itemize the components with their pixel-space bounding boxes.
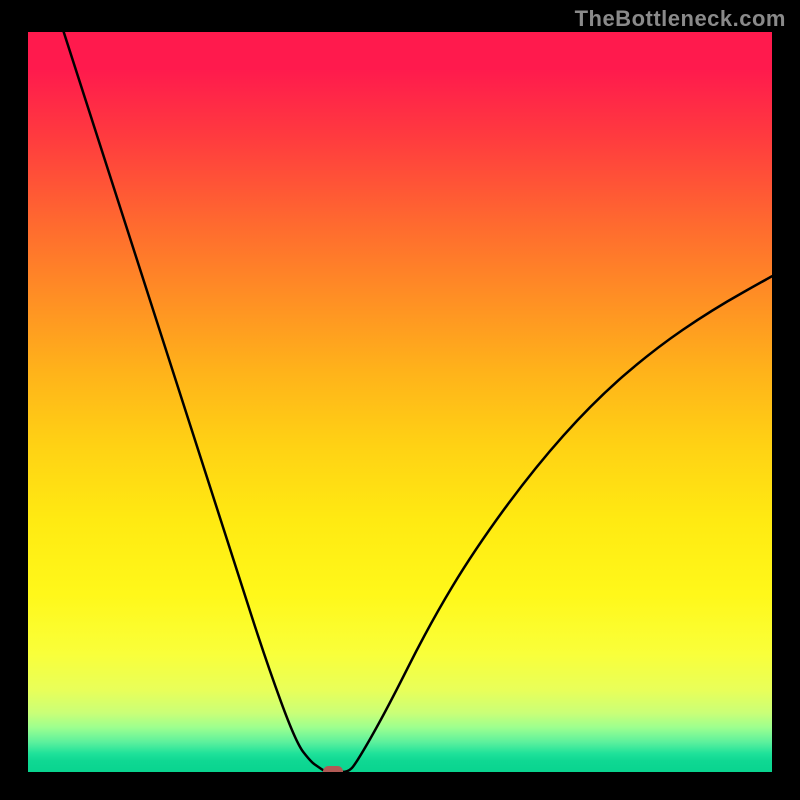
plot-area [28,32,772,772]
bottleneck-curve [28,32,772,772]
watermark-label: TheBottleneck.com [575,6,786,32]
chart-frame: TheBottleneck.com [0,0,800,800]
bottleneck-marker [323,766,343,772]
